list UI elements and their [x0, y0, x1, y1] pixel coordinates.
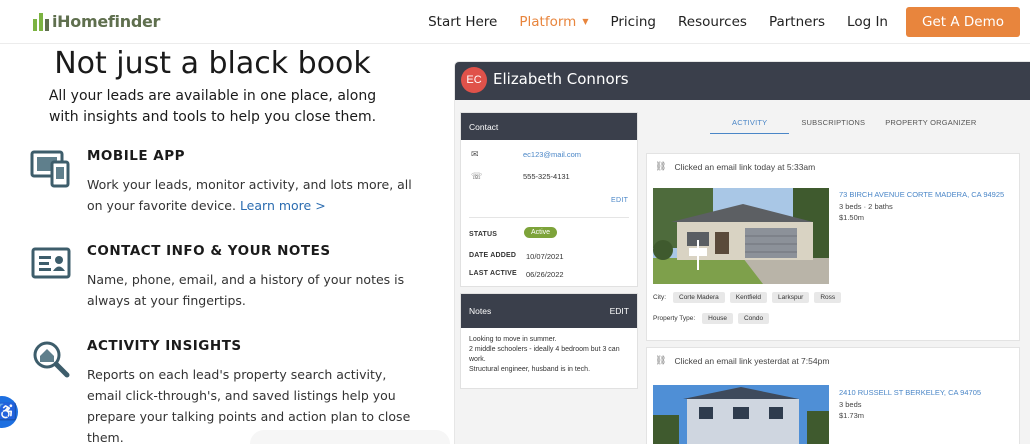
- property-type-label: Property Type:: [653, 315, 696, 322]
- chevron-down-icon: ▼: [582, 17, 589, 26]
- nav-platform-label: Platform: [519, 14, 577, 30]
- divider: [469, 217, 629, 218]
- property-type-chip: House: [702, 313, 733, 324]
- contact-email[interactable]: ec123@mail.com: [523, 150, 581, 159]
- get-a-demo-button[interactable]: Get A Demo: [906, 7, 1020, 37]
- activity-title-text: Clicked an email link yesterdat at 7:54p…: [674, 355, 830, 366]
- property-beds-baths: 3 beds: [839, 400, 862, 409]
- status-label: STATUS: [469, 231, 498, 238]
- hero-subtitle-text: All your leads are available in one plac…: [48, 88, 377, 125]
- contact-header-label: Contact: [469, 121, 499, 132]
- decorative-swoosh: [250, 430, 450, 444]
- notes-edit-link[interactable]: EDIT: [610, 306, 629, 316]
- hero-subtitle: All your leads are available in one plac…: [0, 86, 425, 128]
- lead-header: EC Elizabeth Connors: [455, 62, 1030, 100]
- property-price: $1.50m: [839, 213, 865, 222]
- activity-item: ⛓ Clicked an email link yesterdat at 7:5…: [646, 347, 1020, 444]
- top-navigation: iHomefinder Start Here Platform ▼ Pricing…: [0, 0, 1030, 44]
- note-line: Structural engineer, husband is in tech.: [469, 366, 591, 373]
- logo-mark-icon: [33, 12, 49, 31]
- mobile-devices-icon: [30, 150, 70, 188]
- nav-start-here[interactable]: Start Here: [428, 14, 497, 30]
- activity-title: ⛓ Clicked an email link yesterdat at 7:5…: [655, 355, 829, 366]
- city-chip: Ross: [814, 292, 842, 303]
- city-filters: City: Corte Madera Kentfield Larkspur Ro…: [653, 292, 846, 303]
- last-active-value: 06/26/2022: [526, 270, 564, 279]
- link-icon: ⛓: [655, 355, 667, 365]
- accessibility-icon: ♿: [0, 404, 17, 421]
- accessibility-button[interactable]: ♿: [0, 396, 18, 428]
- city-chip: Kentfield: [729, 292, 768, 303]
- date-added-label: DATE ADDED: [469, 252, 517, 259]
- property-beds-baths: 3 beds · 2 baths: [839, 202, 893, 211]
- notes-body: Looking to move in summer. 2 middle scho…: [461, 328, 637, 375]
- contact-card-icon: [31, 247, 71, 279]
- envelope-icon: ✉: [471, 149, 479, 159]
- feature-description: Work your leads, monitor activity, and l…: [87, 174, 412, 216]
- property-type-filters: Property Type: House Condo: [653, 313, 774, 324]
- lead-tabs: ACTIVITY SUBSCRIPTIONS PROPERTY ORGANIZE…: [710, 118, 989, 134]
- feature-title: ACTIVITY INSIGHTS: [87, 338, 242, 354]
- ihomefinder-logo[interactable]: iHomefinder: [33, 12, 160, 31]
- note-line: Looking to move in summer.: [469, 336, 557, 343]
- status-badge: Active: [524, 227, 558, 238]
- feature-description: Name, phone, email, and a history of you…: [87, 272, 405, 308]
- notes-card: Notes EDIT Looking to move in summer. 2 …: [460, 293, 638, 389]
- logo-text: iHomefinder: [52, 12, 161, 31]
- city-chip: Larkspur: [772, 292, 810, 303]
- nav-resources[interactable]: Resources: [678, 14, 747, 30]
- lead-name: Elizabeth Connors: [493, 70, 629, 88]
- tab-property-organizer[interactable]: PROPERTY ORGANIZER: [877, 118, 984, 134]
- contact-card-header: Contact: [461, 113, 637, 140]
- contact-edit-link[interactable]: EDIT: [611, 197, 628, 204]
- contact-email-row: ✉ ec123@mail.com: [471, 149, 581, 160]
- property-address[interactable]: 73 BIRCH AVENUE CORTE MADERA, CA 94925: [839, 190, 1004, 199]
- avatar: EC: [461, 67, 487, 93]
- crm-app-preview: EC Elizabeth Connors Contact ✉ ec123@mai…: [455, 62, 1030, 444]
- feature-title: MOBILE APP: [87, 148, 185, 164]
- learn-more-link[interactable]: Learn more >: [240, 198, 326, 213]
- phone-icon: ☏: [471, 171, 483, 181]
- city-label: City:: [653, 294, 666, 301]
- date-added-value: 10/07/2021: [526, 252, 564, 261]
- tab-subscriptions[interactable]: SUBSCRIPTIONS: [793, 118, 873, 134]
- house-search-icon: [33, 341, 70, 378]
- activity-item: ⛓ Clicked an email link today at 5:33am …: [646, 153, 1020, 341]
- nav-links: Start Here Platform ▼ Pricing Resources P…: [406, 0, 1030, 44]
- notes-card-header: Notes EDIT: [461, 294, 637, 328]
- hero-title: Not just a black book: [54, 46, 371, 81]
- activity-title-text: Clicked an email link today at 5:33am: [674, 161, 816, 172]
- property-price: $1.73m: [839, 411, 865, 420]
- property-photo[interactable]: [653, 188, 829, 284]
- last-active-label: LAST ACTIVE: [469, 270, 517, 277]
- property-type-chip: Condo: [737, 313, 770, 324]
- property-photo[interactable]: [653, 385, 829, 444]
- nav-log-in[interactable]: Log In: [847, 14, 888, 30]
- property-address[interactable]: 2410 RUSSELL ST BERKELEY, CA 94705: [839, 388, 981, 397]
- nav-pricing[interactable]: Pricing: [610, 14, 656, 30]
- tab-activity[interactable]: ACTIVITY: [710, 118, 790, 134]
- city-chip: Corte Madera: [673, 292, 725, 303]
- contact-phone: 555-325-4131: [523, 172, 570, 181]
- activity-title: ⛓ Clicked an email link today at 5:33am: [655, 161, 815, 172]
- feature-title: CONTACT INFO & YOUR NOTES: [87, 243, 331, 259]
- nav-partners[interactable]: Partners: [769, 14, 825, 30]
- note-line: 2 middle schoolers - ideally 4 bedroom b…: [469, 346, 620, 363]
- notes-header-label: Notes: [469, 306, 492, 316]
- nav-platform[interactable]: Platform ▼: [519, 14, 588, 30]
- contact-phone-row: ☏ 555-325-4131: [471, 171, 570, 182]
- contact-card: Contact ✉ ec123@mail.com ☏ 555-325-4131 …: [460, 112, 638, 287]
- link-icon: ⛓: [655, 161, 667, 171]
